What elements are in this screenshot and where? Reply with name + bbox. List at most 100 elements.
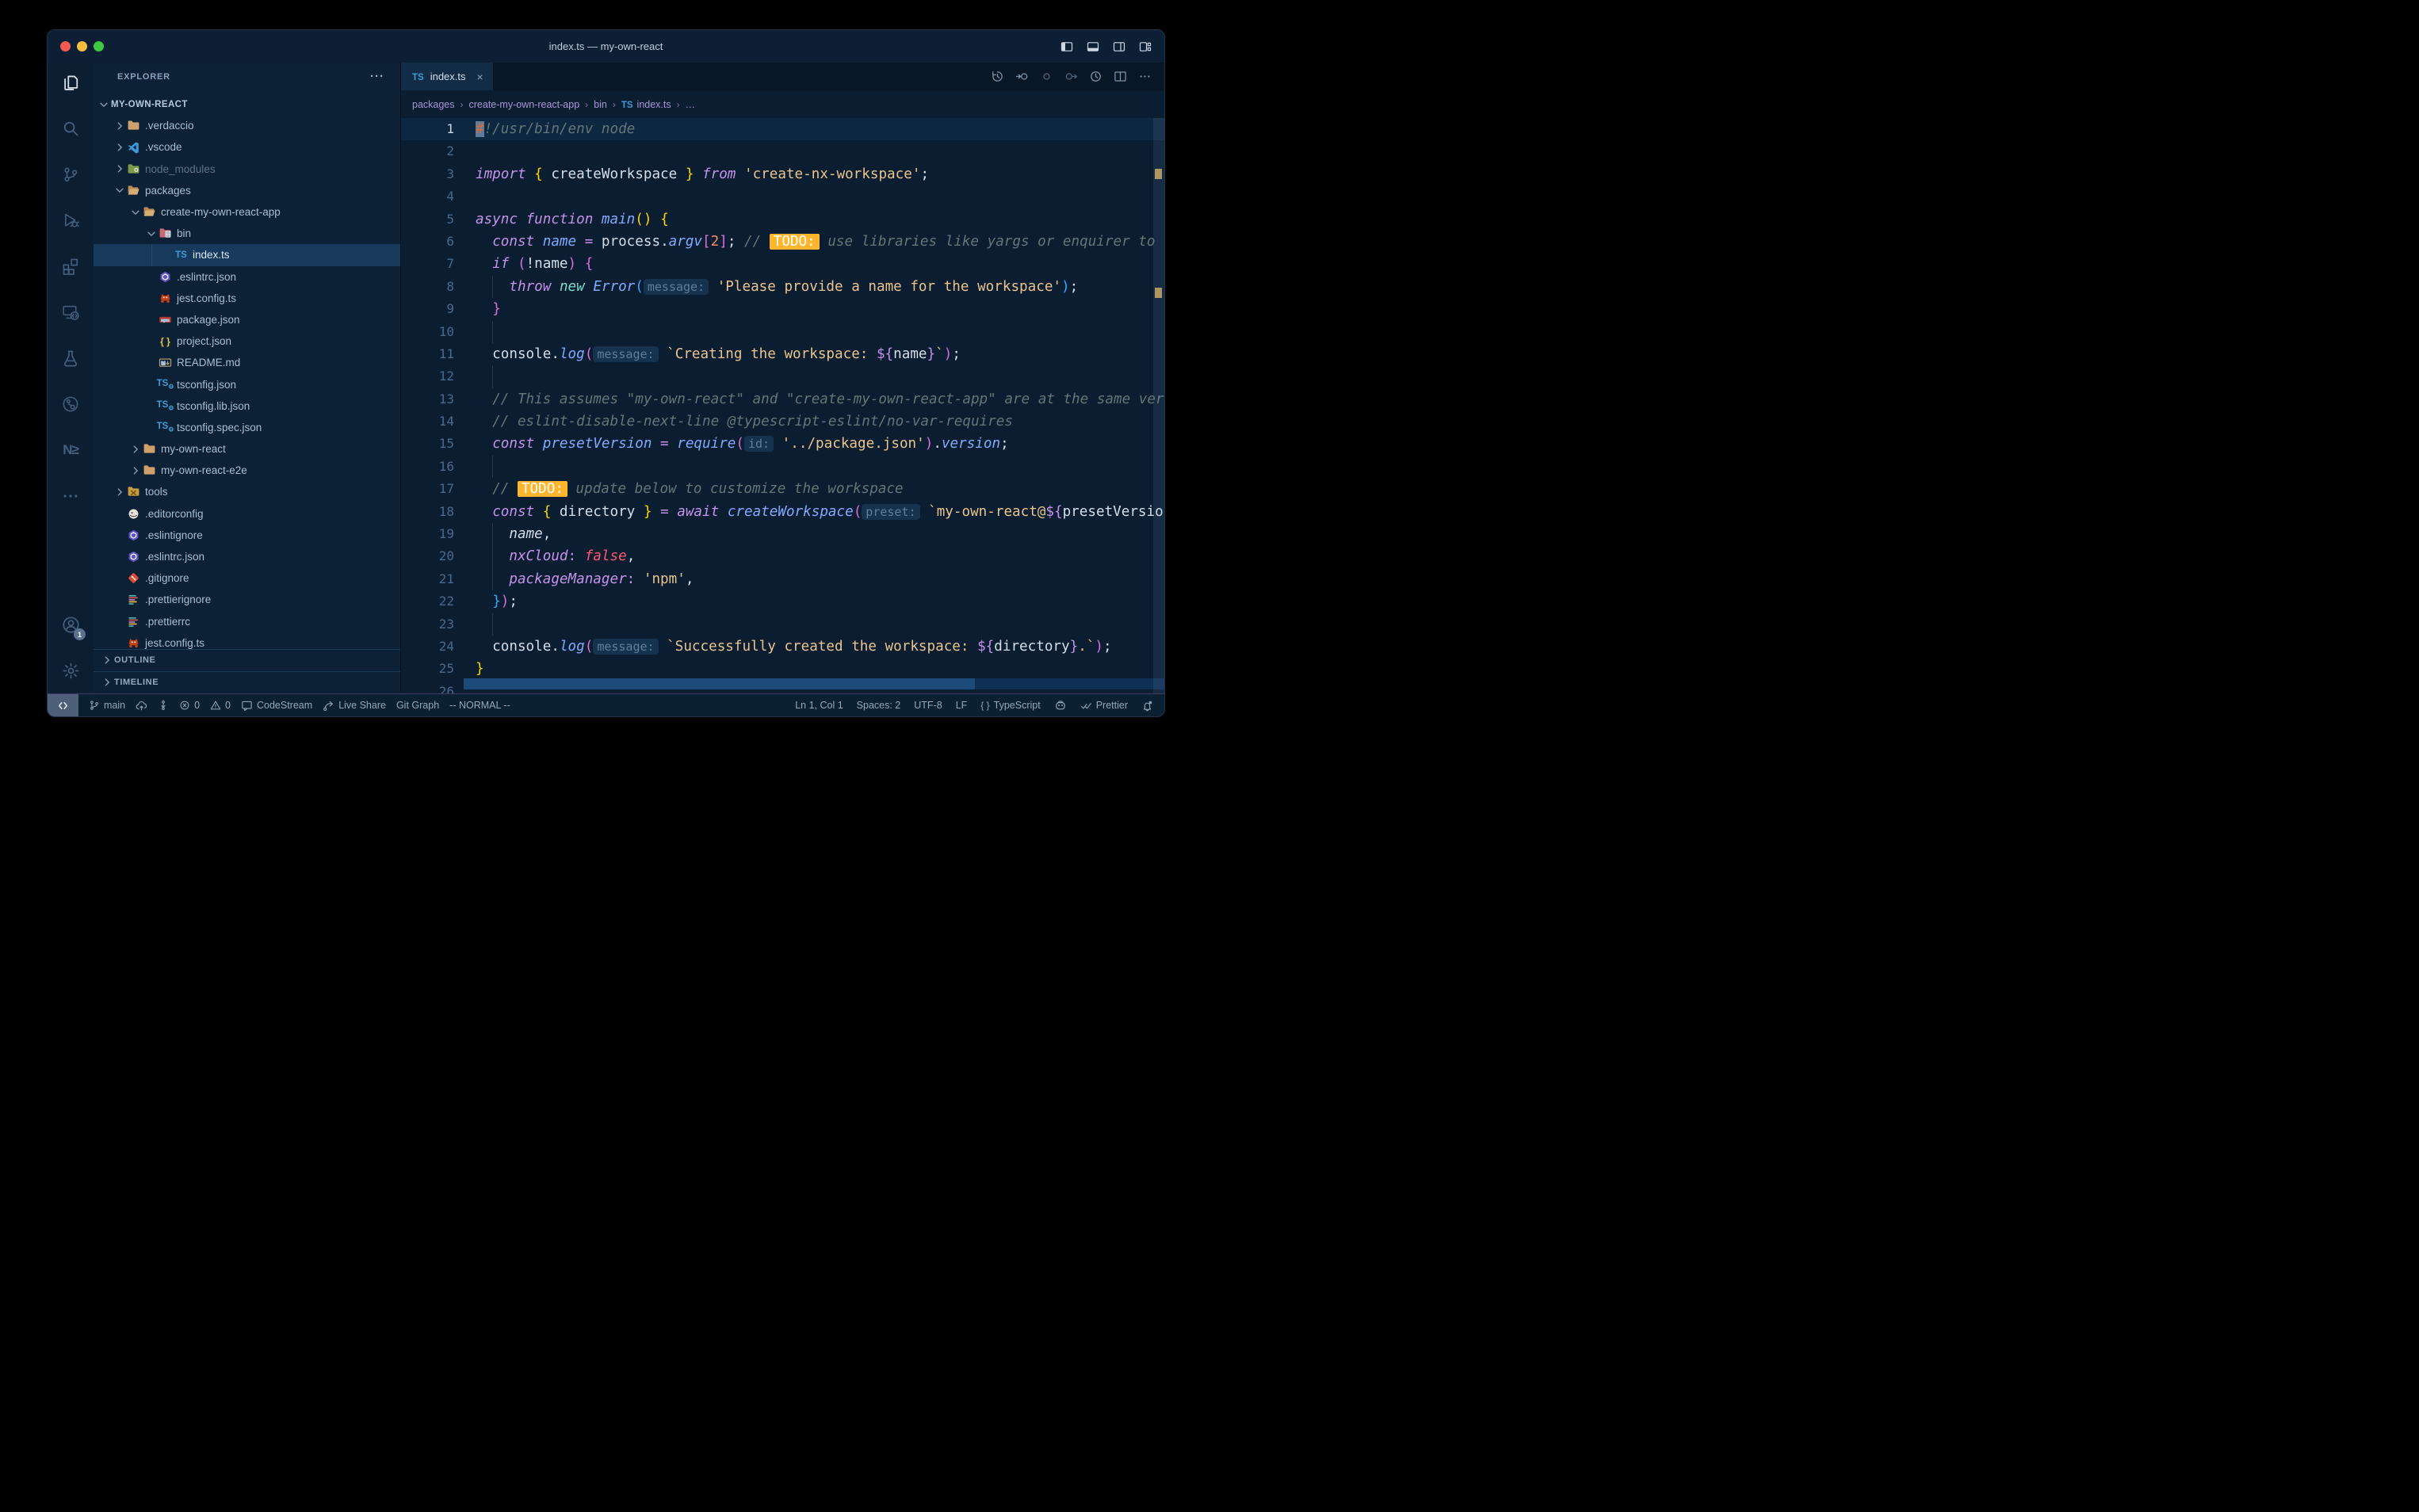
file-history-icon[interactable]: [1089, 70, 1102, 83]
tree-item-.verdaccio[interactable]: .verdaccio: [94, 115, 400, 136]
chevron-down-icon[interactable]: [113, 185, 127, 196]
breadcrumb-item-index-ts[interactable]: TSindex.ts: [621, 99, 671, 110]
code-line-6[interactable]: 6 const name = process.argv[2]; // TODO:…: [401, 231, 1164, 253]
status-codestream[interactable]: CodeStream: [241, 700, 312, 712]
code-line-20[interactable]: 20 nxCloud: false,: [401, 545, 1164, 567]
activity-bar-item-additional-views[interactable]: [48, 473, 94, 519]
status-eol[interactable]: LF: [956, 700, 968, 711]
status-publish[interactable]: [136, 700, 147, 712]
tree-item-project.json[interactable]: { }project.json: [94, 330, 400, 352]
status-language-mode[interactable]: { }TypeScript: [980, 700, 1040, 711]
status-prettier[interactable]: Prettier: [1080, 700, 1128, 712]
tree-item-package.json[interactable]: npmpackage.json: [94, 309, 400, 330]
chevron-right-icon[interactable]: [113, 142, 127, 153]
tree-item-.prettierignore[interactable]: .prettierignore: [94, 589, 400, 610]
tree-item-create-my-own-react-app[interactable]: create-my-own-react-app: [94, 201, 400, 223]
tree-item-jest.config.ts[interactable]: jest.config.ts: [94, 288, 400, 309]
breadcrumb-item-bin[interactable]: bin: [594, 99, 607, 110]
tree-root-my-own-react[interactable]: MY-OWN-REACT: [94, 94, 400, 115]
activity-bar-item-remote-explorer[interactable]: [48, 289, 94, 335]
tree-item-tsconfig.spec.json[interactable]: TS⚙tsconfig.spec.json: [94, 417, 400, 438]
timeline-history-icon[interactable]: [991, 70, 1004, 83]
activity-bar-item-accounts[interactable]: 1: [48, 601, 94, 647]
explorer-more-actions-icon[interactable]: ···: [370, 70, 384, 83]
open-changes-icon[interactable]: [1015, 70, 1029, 83]
status-errors[interactable]: 0: [179, 700, 200, 711]
activity-bar-item-search[interactable]: [48, 105, 94, 151]
activity-bar-item-nx-console[interactable]: N≥: [48, 427, 94, 473]
tree-item-my-own-react-e2e[interactable]: my-own-react-e2e: [94, 460, 400, 481]
code-line-13[interactable]: 13 // This assumes "my-own-react" and "c…: [401, 388, 1164, 410]
remote-indicator[interactable]: [48, 694, 78, 716]
code-line-8[interactable]: 8 throw new Error(message: 'Please provi…: [401, 276, 1164, 298]
status-git-branch[interactable]: main: [89, 700, 125, 711]
code-line-4[interactable]: 4: [401, 185, 1164, 208]
tree-item-node_modules[interactable]: node_modules: [94, 158, 400, 180]
code-line-12[interactable]: 12: [401, 365, 1164, 388]
toggle-secondary-sidebar-icon[interactable]: [1113, 40, 1125, 53]
activity-bar-item-manage[interactable]: [48, 647, 94, 693]
customize-layout-icon[interactable]: [1139, 40, 1152, 53]
status-warnings[interactable]: 0: [210, 700, 231, 711]
code-line-18[interactable]: 18 const { directory } = await createWor…: [401, 501, 1164, 523]
activity-bar-item-source-control[interactable]: [48, 151, 94, 197]
tree-item-.prettierrc[interactable]: .prettierrc: [94, 611, 400, 632]
breadcrumb-item-packages[interactable]: packages: [412, 99, 455, 110]
tree-item-.eslintrc.json[interactable]: .eslintrc.json: [94, 546, 400, 567]
status-indentation[interactable]: Spaces: 2: [857, 700, 901, 711]
next-change-icon[interactable]: [1064, 70, 1078, 83]
tree-item-tools[interactable]: tools: [94, 481, 400, 502]
status-git-fetch[interactable]: [158, 700, 169, 711]
title-bar[interactable]: index.ts — my-own-react: [48, 30, 1164, 63]
status-git-graph[interactable]: Git Graph: [396, 700, 439, 711]
close-tab-icon[interactable]: ×: [477, 71, 483, 83]
code-line-2[interactable]: 2: [401, 140, 1164, 162]
chevron-down-icon[interactable]: [144, 228, 159, 239]
chevron-right-icon[interactable]: [113, 120, 127, 132]
code-line-25[interactable]: 25}: [401, 658, 1164, 680]
status-notifications[interactable]: [1141, 700, 1153, 712]
code-line-24[interactable]: 24 console.log(message: `Successfully cr…: [401, 636, 1164, 658]
previous-change-icon[interactable]: [1040, 70, 1053, 83]
split-editor-icon[interactable]: [1114, 70, 1127, 83]
chevron-right-icon[interactable]: [113, 487, 127, 498]
tree-item-tsconfig.json[interactable]: TS⚙tsconfig.json: [94, 373, 400, 395]
code-line-21[interactable]: 21 packageManager: 'npm',: [401, 568, 1164, 590]
chevron-right-icon[interactable]: [113, 163, 127, 174]
status-encoding[interactable]: UTF-8: [914, 700, 942, 711]
sidebar-section-timeline[interactable]: TIMELINE: [94, 671, 400, 693]
code-line-16[interactable]: 16: [401, 456, 1164, 478]
toggle-panel-icon[interactable]: [1087, 40, 1099, 53]
chevron-right-icon[interactable]: [128, 465, 143, 476]
code-line-11[interactable]: 11 console.log(message: `Creating the wo…: [401, 343, 1164, 365]
tree-item-tsconfig.lib.json[interactable]: TS⚙tsconfig.lib.json: [94, 395, 400, 417]
horizontal-scrollbar[interactable]: [464, 678, 1164, 689]
toggle-primary-sidebar-icon[interactable]: [1060, 40, 1073, 53]
code-line-19[interactable]: 19 name,: [401, 523, 1164, 545]
tree-item-index.ts[interactable]: TSindex.ts: [94, 244, 400, 265]
activity-bar-item-testing[interactable]: [48, 335, 94, 381]
code-line-17[interactable]: 17 // TODO: update below to customize th…: [401, 478, 1164, 500]
activity-bar-item-extensions[interactable]: [48, 243, 94, 289]
tree-item-.editorconfig[interactable]: .editorconfig: [94, 503, 400, 525]
code-editor[interactable]: 1#!/usr/bin/env node23import { createWor…: [401, 118, 1164, 693]
status-live-share[interactable]: Live Share: [323, 700, 386, 712]
code-line-3[interactable]: 3import { createWorkspace } from 'create…: [401, 163, 1164, 185]
activity-bar-item-gitlens[interactable]: [48, 381, 94, 427]
vertical-scrollbar[interactable]: [1153, 118, 1164, 693]
chevron-down-icon[interactable]: [97, 99, 111, 110]
sidebar-section-outline[interactable]: OUTLINE: [94, 649, 400, 671]
code-line-15[interactable]: 15 const presetVersion = require(id: '..…: [401, 433, 1164, 455]
status-extension-robot[interactable]: [1054, 699, 1067, 712]
activity-bar-item-run-and-debug[interactable]: [48, 197, 94, 243]
code-line-7[interactable]: 7 if (!name) {: [401, 253, 1164, 275]
tree-item-.gitignore[interactable]: .gitignore: [94, 567, 400, 589]
tab-index.ts[interactable]: TSindex.ts×: [401, 63, 493, 90]
code-line-5[interactable]: 5async function main() {: [401, 208, 1164, 231]
code-line-10[interactable]: 10: [401, 321, 1164, 343]
activity-bar-item-explorer[interactable]: [48, 59, 94, 105]
code-line-1[interactable]: 1#!/usr/bin/env node: [401, 118, 1164, 140]
status-cursor-position[interactable]: Ln 1, Col 1: [795, 700, 843, 711]
code-line-14[interactable]: 14 // eslint-disable-next-line @typescri…: [401, 410, 1164, 433]
breadcrumb-item--[interactable]: …: [686, 99, 696, 110]
